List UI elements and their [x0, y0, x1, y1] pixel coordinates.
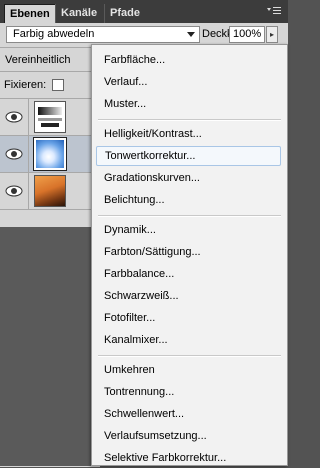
chevron-down-icon: [187, 32, 195, 37]
menu-item-verlauf[interactable]: Verlauf...: [104, 72, 147, 92]
sky-thumbnail[interactable]: [33, 137, 67, 171]
opacity-input[interactable]: 100%: [229, 26, 265, 43]
photo-thumbnail[interactable]: [34, 175, 66, 207]
divider: [28, 173, 29, 209]
menu-item-helligkeit-kontrast[interactable]: Helligkeit/Kontrast...: [104, 124, 202, 144]
tab-kanaele[interactable]: Kanäle: [55, 4, 102, 23]
unify-label: Vereinheitlich: [0, 48, 100, 72]
menu-item-dynamik[interactable]: Dynamik...: [104, 220, 156, 240]
menu-item-schwellenwert[interactable]: Schwellenwert...: [104, 404, 184, 424]
menu-item-belichtung[interactable]: Belichtung...: [104, 190, 165, 210]
panel-background: [0, 227, 100, 466]
menu-item-farbton-saettigung[interactable]: Farbton/Sättigung...: [104, 242, 201, 262]
adjustment-layer-menu: Farbfläche... Verlauf... Muster... Helli…: [91, 44, 288, 466]
blend-mode-select[interactable]: Farbig abwedeln: [6, 26, 200, 43]
menu-separator: [98, 355, 281, 357]
divider: [28, 136, 29, 172]
layer-row[interactable]: [0, 99, 100, 136]
eye-icon[interactable]: [5, 147, 23, 161]
menu-item-tonwertkorrektur[interactable]: Tonwertkorrektur...: [96, 146, 281, 166]
menu-item-gradationskurven[interactable]: Gradationskurven...: [104, 168, 200, 188]
menu-item-muster[interactable]: Muster...: [104, 94, 146, 114]
menu-item-fotofilter[interactable]: Fotofilter...: [104, 308, 155, 328]
menu-item-kanalmixer[interactable]: Kanalmixer...: [104, 330, 168, 350]
tab-ebenen[interactable]: Ebenen: [4, 4, 56, 23]
lock-label: Fixieren:: [4, 79, 47, 91]
gradient-adjustment-thumbnail[interactable]: [34, 101, 66, 133]
lock-row: Fixieren:: [0, 73, 100, 97]
layer-row[interactable]: [0, 173, 100, 210]
menu-item-tontrennung[interactable]: Tontrennung...: [104, 382, 174, 402]
panel-tab-bar: Ebenen Kanäle Pfade: [0, 0, 288, 23]
menu-item-farbflaeche[interactable]: Farbfläche...: [104, 50, 165, 70]
tab-pfade[interactable]: Pfade: [104, 4, 145, 23]
menu-item-schwarzweiss[interactable]: Schwarzweiß...: [104, 286, 179, 306]
menu-item-farbbalance[interactable]: Farbbalance...: [104, 264, 174, 284]
divider: [28, 99, 29, 135]
blend-mode-value: Farbig abwedeln: [13, 28, 95, 40]
menu-item-umkehren[interactable]: Umkehren: [104, 360, 155, 380]
panel-menu-icon[interactable]: [266, 6, 282, 19]
menu-item-selektive-farbkorrektur[interactable]: Selektive Farbkorrektur...: [104, 448, 226, 468]
lock-transparency-icon[interactable]: [52, 79, 65, 92]
menu-separator: [98, 215, 281, 217]
eye-icon[interactable]: [5, 110, 23, 124]
layer-list-empty: [0, 210, 100, 228]
menu-separator: [98, 119, 281, 121]
layer-row[interactable]: [0, 136, 100, 173]
menu-item-verlaufsumsetzung[interactable]: Verlaufsumsetzung...: [104, 426, 207, 446]
eye-icon[interactable]: [5, 184, 23, 198]
opacity-slider-button[interactable]: ▸: [266, 26, 278, 43]
